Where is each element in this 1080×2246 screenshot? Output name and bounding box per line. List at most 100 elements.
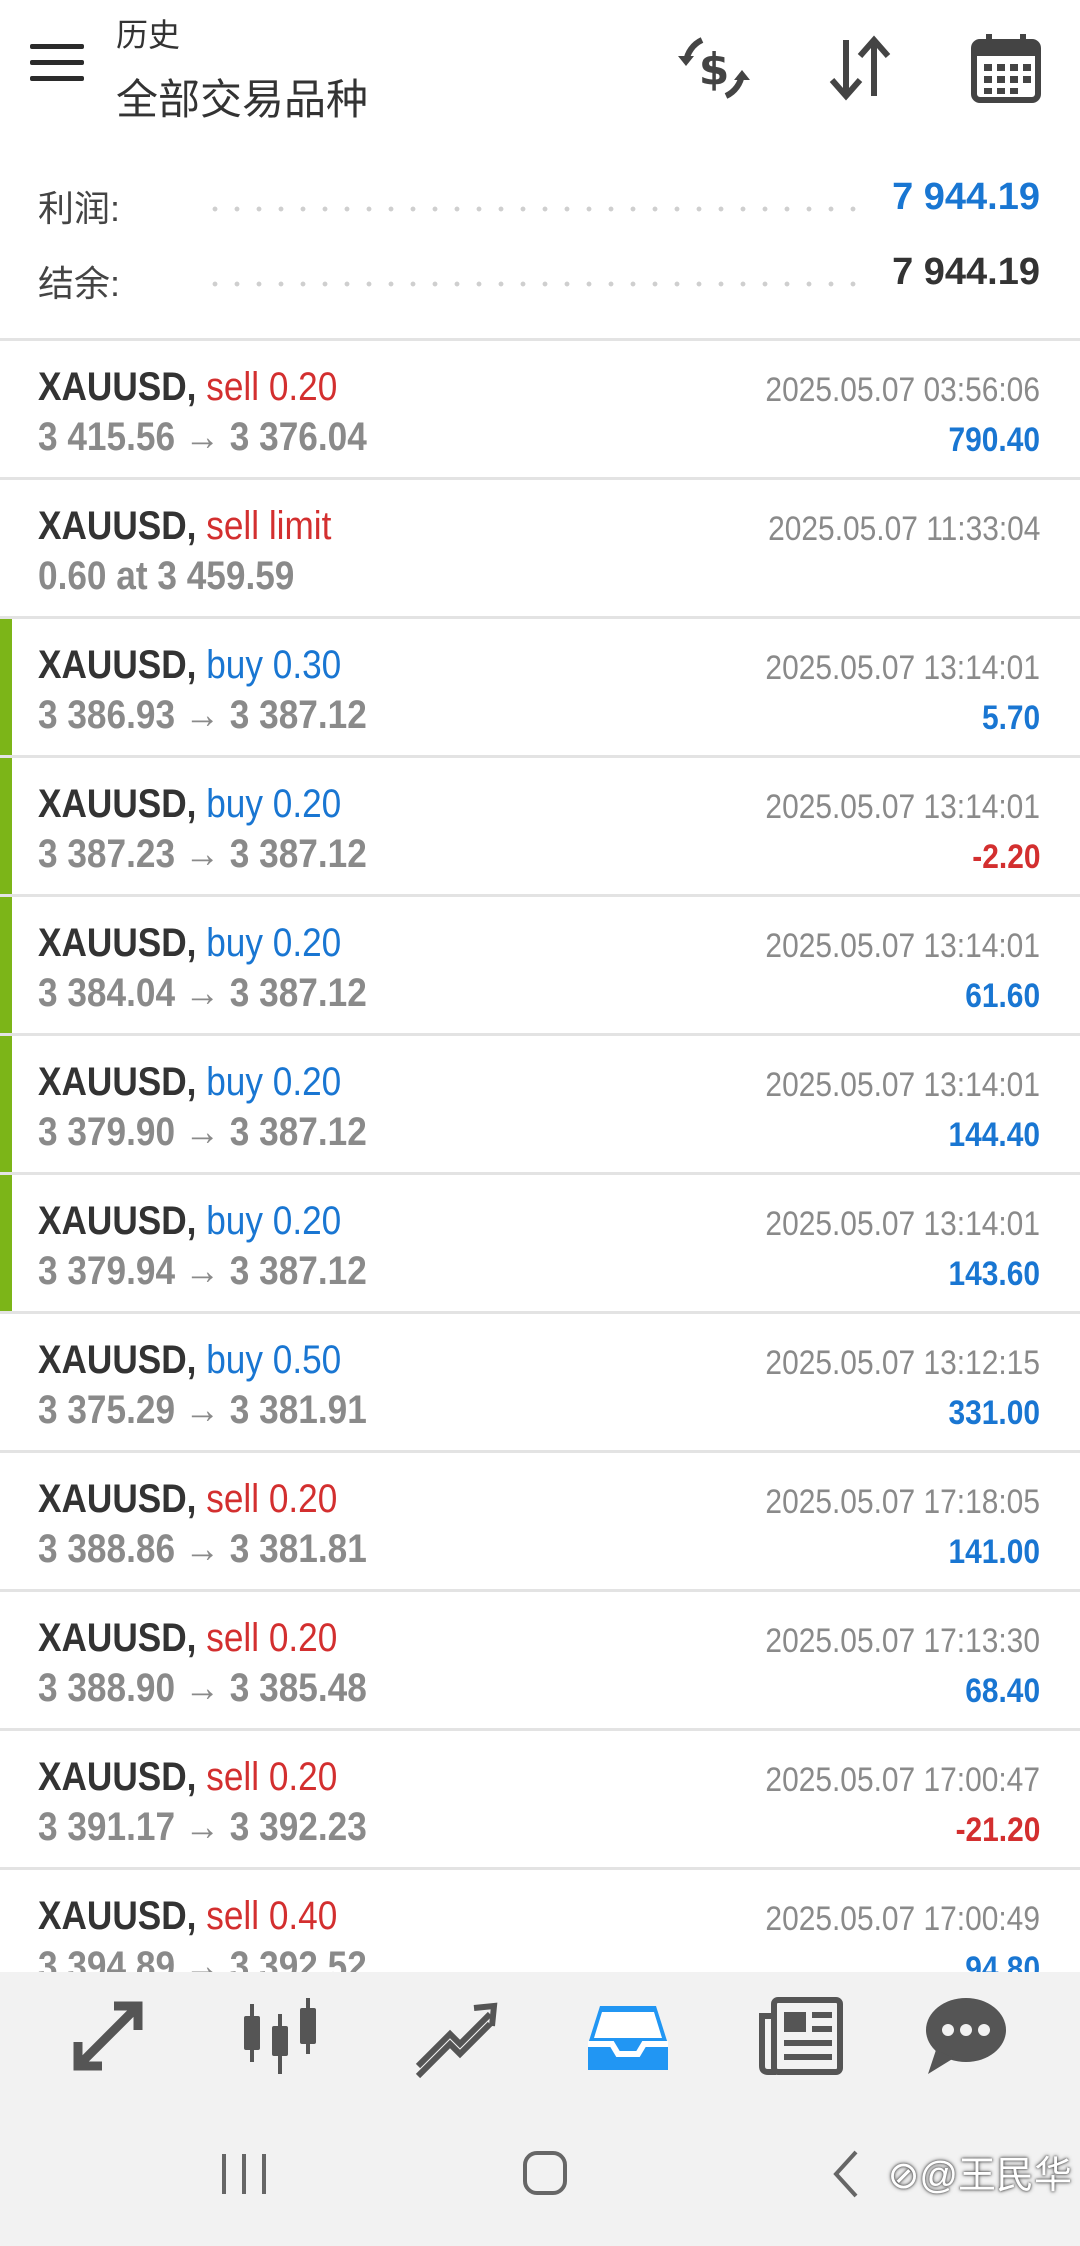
trade-profit: -21.20 <box>955 1811 1040 1849</box>
trade-side: sell 0.20 <box>206 1755 338 1799</box>
trade-row[interactable]: XAUUSD, sell limit 0.60 at 3 459.59 2025.0… <box>0 480 1080 619</box>
profit-value: 7 944.19 <box>892 176 1040 218</box>
trade-prices: 3 388.86 → 3 381.81 <box>38 1527 367 1571</box>
trade-time: 2025.05.07 13:14:01 <box>765 927 1040 965</box>
trade-profit: 144.40 <box>948 1116 1040 1154</box>
trade-time: 2025.05.07 17:00:47 <box>765 1761 1040 1799</box>
home-icon[interactable] <box>505 2140 585 2210</box>
trade-list: XAUUSD, sell 0.20 3 415.56 → 3 376.04 2025… <box>0 341 1080 2009</box>
trade-prices: 3 388.90 → 3 385.48 <box>38 1666 367 1710</box>
trade-time: 2025.05.07 13:14:01 <box>765 1066 1040 1104</box>
quotes-icon[interactable] <box>58 1986 158 2086</box>
trade-row[interactable]: XAUUSD, sell 0.20 3 415.56 → 3 376.04 2025… <box>0 341 1080 480</box>
trade-title: XAUUSD, buy 0.20 <box>38 1199 341 1244</box>
trade-profit: 61.60 <box>965 977 1040 1015</box>
trade-symbol: XAUUSD, <box>38 365 197 409</box>
trade-symbol: XAUUSD, <box>38 1477 197 1521</box>
trade-profit: 331.00 <box>948 1394 1040 1432</box>
trade-side: buy 0.20 <box>206 1060 342 1104</box>
trade-prices: 3 375.29 → 3 381.91 <box>38 1388 367 1432</box>
trade-prices: 3 384.04 → 3 387.12 <box>38 971 367 1015</box>
page-title[interactable]: 全部交易品种 <box>116 66 368 127</box>
trade-side: sell limit <box>206 504 332 548</box>
trade-row[interactable]: XAUUSD, buy 0.20 3 384.04 → 3 387.12 2025.… <box>0 897 1080 1036</box>
chart-icon[interactable] <box>230 1986 330 2086</box>
trade-row[interactable]: XAUUSD, buy 0.30 3 386.93 → 3 387.12 2025.… <box>0 619 1080 758</box>
svg-text:$: $ <box>699 44 730 95</box>
trade-title: XAUUSD, buy 0.20 <box>38 921 341 966</box>
trade-title: XAUUSD, sell 0.20 <box>38 365 337 410</box>
trade-prices: 3 386.93 → 3 387.12 <box>38 693 367 737</box>
calendar-icon[interactable] <box>964 26 1048 110</box>
trade-profit: 141.00 <box>948 1533 1040 1571</box>
currency-exchange-icon[interactable]: $ <box>672 26 756 110</box>
trade-side: sell 0.20 <box>206 365 338 409</box>
trade-time: 2025.05.07 17:13:30 <box>765 1622 1040 1660</box>
dotted-leader <box>204 281 860 287</box>
trade-profit: 790.40 <box>948 421 1040 459</box>
trade-symbol: XAUUSD, <box>38 1616 197 1660</box>
trade-title: XAUUSD, buy 0.20 <box>38 1060 341 1105</box>
trade-row[interactable]: XAUUSD, buy 0.20 3 379.94 → 3 387.12 2025.… <box>0 1175 1080 1314</box>
balance-row: 结余: 7 944.19 <box>0 243 1080 313</box>
trade-row[interactable]: XAUUSD, sell 0.20 3 391.17 → 3 392.23 2025… <box>0 1731 1080 1870</box>
trade-side: buy 0.20 <box>206 1199 342 1243</box>
trade-side: sell 0.20 <box>206 1616 338 1660</box>
profit-label: 利润: <box>38 188 121 229</box>
trade-title: XAUUSD, sell limit <box>38 504 331 549</box>
back-icon[interactable] <box>810 2140 890 2210</box>
trade-side: buy 0.50 <box>206 1338 342 1382</box>
recent-apps-icon[interactable] <box>204 2140 284 2210</box>
trade-row[interactable]: XAUUSD, buy 0.20 3 387.23 → 3 387.12 2025.… <box>0 758 1080 897</box>
trade-title: XAUUSD, buy 0.50 <box>38 1338 341 1383</box>
dotted-leader <box>204 206 860 212</box>
history-icon[interactable] <box>578 1986 678 2086</box>
trade-symbol: XAUUSD, <box>38 1894 197 1938</box>
trade-icon[interactable] <box>404 1986 504 2086</box>
trade-time: 2025.05.07 11:33:04 <box>767 510 1040 548</box>
trade-time: 2025.05.07 13:14:01 <box>765 649 1040 687</box>
trade-time: 2025.05.07 13:14:01 <box>765 1205 1040 1243</box>
trade-profit: 68.40 <box>965 1672 1040 1710</box>
trade-profit: 5.70 <box>981 699 1040 737</box>
trade-prices: 3 391.17 → 3 392.23 <box>38 1805 367 1849</box>
trade-prices: 0.60 at 3 459.59 <box>38 554 295 598</box>
trade-time: 2025.05.07 17:18:05 <box>765 1483 1040 1521</box>
sort-icon[interactable] <box>818 26 902 110</box>
trade-time: 2025.05.07 13:12:15 <box>765 1344 1040 1382</box>
trade-symbol: XAUUSD, <box>38 1060 197 1104</box>
trade-time: 2025.05.07 13:14:01 <box>765 788 1040 826</box>
balance-value: 7 944.19 <box>892 251 1040 293</box>
trade-row[interactable]: XAUUSD, sell 0.20 3 388.90 → 3 385.48 2025… <box>0 1592 1080 1731</box>
trade-title: XAUUSD, buy 0.30 <box>38 643 341 688</box>
trade-symbol: XAUUSD, <box>38 1199 197 1243</box>
trade-title: XAUUSD, sell 0.20 <box>38 1477 337 1522</box>
trade-title: XAUUSD, buy 0.20 <box>38 782 341 827</box>
trade-title: XAUUSD, sell 0.20 <box>38 1755 337 1800</box>
messages-icon[interactable] <box>914 1986 1014 2086</box>
trade-symbol: XAUUSD, <box>38 504 197 548</box>
history-screen: 历史 全部交易品种 $ 利润: 7 944.19 结余: 7 944.19 XA… <box>0 0 1080 2246</box>
trade-title: XAUUSD, sell 0.20 <box>38 1616 337 1661</box>
trade-symbol: XAUUSD, <box>38 1338 197 1382</box>
page-subtitle: 历史 <box>116 17 181 53</box>
trade-prices: 3 379.94 → 3 387.12 <box>38 1249 367 1293</box>
trade-row[interactable]: XAUUSD, buy 0.50 3 375.29 → 3 381.91 2025.… <box>0 1314 1080 1453</box>
trade-symbol: XAUUSD, <box>38 1755 197 1799</box>
trade-time: 2025.05.07 17:00:49 <box>765 1900 1040 1938</box>
trade-side: buy 0.30 <box>206 643 342 687</box>
trade-prices: 3 415.56 → 3 376.04 <box>38 415 367 459</box>
trade-prices: 3 387.23 → 3 387.12 <box>38 832 367 876</box>
menu-icon[interactable] <box>30 44 84 82</box>
trade-side: sell 0.20 <box>206 1477 338 1521</box>
balance-label: 结余: <box>38 263 121 304</box>
watermark-text: ⊘@王民华 <box>887 2155 1072 2197</box>
app-header: 历史 全部交易品种 $ <box>0 0 1080 148</box>
trade-row[interactable]: XAUUSD, sell 0.20 3 388.86 → 3 381.81 2025… <box>0 1453 1080 1592</box>
trade-side: buy 0.20 <box>206 921 342 965</box>
trade-title: XAUUSD, sell 0.40 <box>38 1894 337 1939</box>
news-icon[interactable] <box>752 1986 852 2086</box>
trade-row[interactable]: XAUUSD, buy 0.20 3 379.90 → 3 387.12 2025.… <box>0 1036 1080 1175</box>
trade-prices: 3 379.90 → 3 387.12 <box>38 1110 367 1154</box>
trade-symbol: XAUUSD, <box>38 782 197 826</box>
